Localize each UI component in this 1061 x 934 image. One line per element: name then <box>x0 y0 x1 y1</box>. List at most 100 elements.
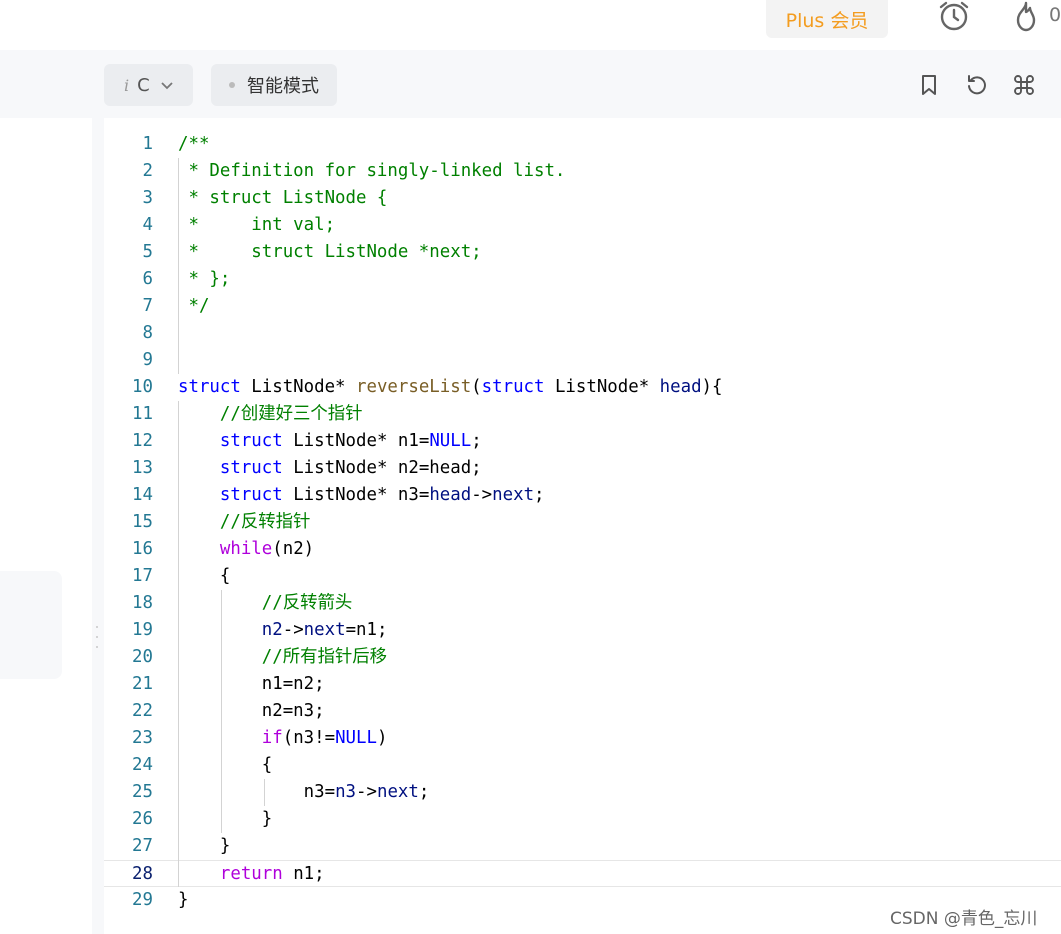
line-number: 5 <box>142 242 153 262</box>
code-token: ){ <box>701 377 723 397</box>
plus-membership-button[interactable]: Plus 会员 <box>766 0 888 38</box>
indent-guide <box>221 590 222 833</box>
language-select[interactable]: i C <box>104 64 193 106</box>
code-text: struct ListNode* n2=head; <box>178 455 482 482</box>
code-token: n3= <box>178 782 336 802</box>
code-token: next <box>303 620 346 640</box>
panel-splitter[interactable] <box>92 118 104 934</box>
code-line[interactable]: 21 n1=n2; <box>104 671 1061 698</box>
code-line[interactable]: 5 * struct ListNode *next; <box>104 239 1061 266</box>
reset-icon[interactable] <box>966 74 988 100</box>
code-line[interactable]: 20 //所有指针后移 <box>104 644 1061 671</box>
code-token: ; <box>534 485 545 505</box>
code-line[interactable]: 22 n2=n3; <box>104 698 1061 725</box>
code-line[interactable]: 13 struct ListNode* n2=head; <box>104 455 1061 482</box>
line-number: 24 <box>132 755 153 775</box>
left-panel-card[interactable] <box>0 571 62 679</box>
code-token: n1=n2; <box>178 674 325 694</box>
code-token: return <box>219 864 283 884</box>
code-text: //所有指针后移 <box>178 644 387 671</box>
chevron-down-icon <box>160 75 174 96</box>
code-editor[interactable]: 1 /** 2 * Definition for singly-linked lis… <box>104 118 1061 934</box>
code-token: NULL <box>335 728 377 748</box>
code-line[interactable]: 18 //反转箭头 <box>104 590 1061 617</box>
code-line[interactable]: 11 //创建好三个指针 <box>104 401 1061 428</box>
code-token: ListNode* n1= <box>282 431 430 451</box>
alarm-clock-icon[interactable] <box>937 0 971 32</box>
code-token: ) <box>376 728 388 748</box>
code-token: -> <box>356 782 377 802</box>
code-line[interactable]: 12 struct ListNode* n1=NULL; <box>104 428 1061 455</box>
indent-guide <box>178 158 179 374</box>
code-token: struct <box>219 485 283 505</box>
code-line[interactable]: 26 } <box>104 806 1061 833</box>
code-token: -> <box>282 620 304 640</box>
code-text: * struct ListNode *next; <box>178 239 481 266</box>
top-bar: Plus 会员 0 <box>0 0 1061 50</box>
language-info-icon: i <box>124 75 130 95</box>
line-number: 29 <box>132 890 153 910</box>
code-text: } <box>178 887 188 914</box>
code-text: n2->next=n1; <box>178 617 388 644</box>
code-text: } <box>178 806 272 833</box>
code-text: { <box>178 563 230 590</box>
code-token: /** <box>178 134 210 154</box>
code-token: * int val; <box>178 215 336 235</box>
bookmark-icon[interactable] <box>919 74 939 100</box>
code-line[interactable]: 7 */ <box>104 293 1061 320</box>
line-number: 2 <box>142 161 153 181</box>
code-token: if <box>261 728 283 748</box>
line-number: 21 <box>132 674 153 694</box>
code-text: //反转箭头 <box>178 590 353 617</box>
code-text: while(n2) <box>178 536 314 563</box>
code-line[interactable]: 17 { <box>104 563 1061 590</box>
line-number: 9 <box>142 350 153 370</box>
code-text: /** <box>178 131 209 158</box>
code-text: return n1; <box>178 861 325 888</box>
line-number: 20 <box>132 647 153 667</box>
code-line[interactable]: 25 n3=n3->next; <box>104 779 1061 806</box>
code-line[interactable]: 23 if(n3!=NULL) <box>104 725 1061 752</box>
code-token: next <box>492 485 535 505</box>
indent-guide <box>264 779 265 806</box>
code-text: struct ListNode* n3=head->next; <box>178 482 545 509</box>
code-line[interactable]: 15 //反转指针 <box>104 509 1061 536</box>
code-text: } <box>178 833 230 860</box>
code-text: n1=n2; <box>178 671 325 698</box>
code-token: //反转指针 <box>219 512 311 532</box>
line-number: 18 <box>132 593 153 613</box>
line-number: 1 <box>142 134 153 154</box>
code-line[interactable]: 27 } <box>104 833 1061 860</box>
code-text: //创建好三个指针 <box>178 401 363 428</box>
code-token: ListNode* <box>240 377 356 397</box>
code-line[interactable]: 10 struct ListNode* reverseList(struct Li… <box>104 374 1061 401</box>
code-line[interactable]: 9 <box>104 347 1061 374</box>
code-text: struct ListNode* reverseList(struct List… <box>178 374 723 401</box>
code-line[interactable]: 24 { <box>104 752 1061 779</box>
smart-mode-button[interactable]: 智能模式 <box>211 64 337 106</box>
code-token: } <box>178 836 231 856</box>
code-token: ; <box>418 782 430 802</box>
code-token: * struct ListNode { <box>178 188 388 208</box>
code-line[interactable]: 8 <box>104 320 1061 347</box>
command-icon[interactable] <box>1013 74 1035 100</box>
streak-counter: 0 <box>1049 4 1061 26</box>
code-line[interactable]: 1 /** <box>104 131 1061 158</box>
splitter-handle[interactable] <box>95 626 99 648</box>
code-line[interactable]: 4 * int val; <box>104 212 1061 239</box>
code-line[interactable]: 16 while(n2) <box>104 536 1061 563</box>
code-line[interactable]: 6 * }; <box>104 266 1061 293</box>
code-line[interactable]: 3 * struct ListNode { <box>104 185 1061 212</box>
code-line[interactable]: 19 n2->next=n1; <box>104 617 1061 644</box>
flame-icon[interactable] <box>1011 0 1041 32</box>
code-token: { <box>178 566 231 586</box>
code-line[interactable]: 2 * Definition for singly-linked list. <box>104 158 1061 185</box>
line-number: 22 <box>132 701 153 721</box>
code-line[interactable]: 14 struct ListNode* n3=head->next; <box>104 482 1061 509</box>
editor-toolbar: i C 智能模式 <box>0 50 1061 118</box>
code-line[interactable]: 28 return n1; <box>104 860 1061 887</box>
